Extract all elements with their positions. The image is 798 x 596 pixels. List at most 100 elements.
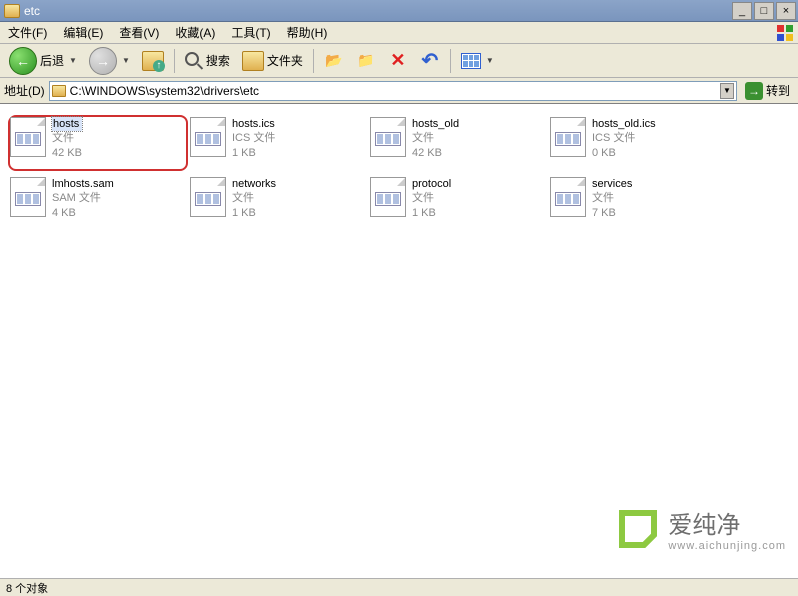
file-icon [190,117,226,157]
addressbar: 地址(D) C:\WINDOWS\system32\drivers\etc ▼ … [0,78,798,104]
file-size: 7 KB [592,206,632,220]
file-item[interactable]: lmhosts.samSAM 文件4 KB [8,175,188,231]
window-controls: _ □ × [730,2,796,20]
back-label: 后退 [40,52,64,69]
back-button[interactable]: ← 后退 ▼ [4,44,82,78]
address-label: 地址(D) [4,82,45,99]
folders-button[interactable]: 文件夹 [237,48,308,74]
file-grid: hosts文件42 KBhosts.icsICS 文件1 KBhosts_old… [0,105,798,241]
undo-icon: ↶ [420,51,440,71]
dropdown-icon: ▼ [69,56,77,65]
forward-button[interactable]: → ▼ [84,44,135,78]
up-button[interactable] [137,48,169,74]
file-type: ICS 文件 [232,131,275,145]
menu-help[interactable]: 帮助(H) [279,22,336,43]
file-item[interactable]: networks文件1 KB [188,175,368,231]
file-type: 文件 [592,191,632,205]
go-icon: → [745,82,763,100]
file-type: 文件 [232,191,276,205]
address-path: C:\WINDOWS\system32\drivers\etc [70,84,259,98]
file-name: hosts.ics [232,117,275,131]
file-size: 0 KB [592,146,656,160]
file-item[interactable]: services文件7 KB [548,175,728,231]
file-item[interactable]: hosts_old文件42 KB [368,115,548,171]
watermark-text-block: 爱纯净 www.aichunjing.com [668,505,786,552]
copy-to-button[interactable]: 📁 [351,48,381,74]
file-type: 文件 [412,131,459,145]
minimize-button[interactable]: _ [732,2,752,20]
menu-favorites[interactable]: 收藏(A) [167,22,223,43]
file-pane[interactable]: hosts文件42 KBhosts.icsICS 文件1 KBhosts_old… [0,104,798,578]
file-icon [10,117,46,157]
file-icon [10,177,46,217]
file-item[interactable]: hosts.icsICS 文件1 KB [188,115,368,171]
forward-icon: → [89,47,117,75]
window-title: etc [24,4,40,18]
file-item[interactable]: hosts文件42 KB [8,115,188,171]
file-type: ICS 文件 [592,131,656,145]
folder-icon [4,4,20,18]
separator [174,49,175,73]
titlebar: etc _ □ × [0,0,798,22]
file-size: 1 KB [232,146,275,160]
file-item[interactable]: protocol文件1 KB [368,175,548,231]
delete-button[interactable]: ✕ [383,48,413,74]
file-info: hosts_old.icsICS 文件0 KB [592,117,656,160]
file-icon [370,117,406,157]
close-button[interactable]: × [776,2,796,20]
move-to-icon: 📂 [324,51,344,71]
dropdown-icon: ▼ [486,56,494,65]
file-item[interactable]: hosts_old.icsICS 文件0 KB [548,115,728,171]
menu-file[interactable]: 文件(F) [0,22,55,43]
file-info: hosts.icsICS 文件1 KB [232,117,275,160]
file-icon [550,117,586,157]
file-info: networks文件1 KB [232,177,276,220]
address-dropdown-button[interactable]: ▼ [720,83,734,99]
watermark-brand: 爱纯净 [668,505,786,540]
status-text: 8 个对象 [6,580,48,596]
copy-to-icon: 📁 [356,51,376,71]
file-name: protocol [412,177,451,191]
separator [313,49,314,73]
watermark-logo-icon [616,507,660,551]
undo-button[interactable]: ↶ [415,48,445,74]
views-button[interactable]: ▼ [456,50,499,72]
toolbar: ← 后退 ▼ → ▼ 搜索 文件夹 📂 📁 ✕ ↶ ▼ [0,44,798,78]
separator [450,49,451,73]
menu-edit[interactable]: 编辑(E) [55,22,111,43]
file-name: lmhosts.sam [52,177,114,191]
file-info: lmhosts.samSAM 文件4 KB [52,177,114,220]
folder-icon [242,51,264,71]
maximize-button[interactable]: □ [754,2,774,20]
file-info: protocol文件1 KB [412,177,451,220]
file-icon [190,177,226,217]
file-size: 1 KB [232,206,276,220]
statusbar: 8 个对象 [0,578,798,596]
file-size: 42 KB [412,146,459,160]
file-type: SAM 文件 [52,191,114,205]
file-size: 42 KB [52,146,82,160]
file-name: networks [232,177,276,191]
folder-up-icon [142,51,164,71]
menu-view[interactable]: 查看(V) [111,22,167,43]
file-name: services [592,177,632,191]
watermark: 爱纯净 www.aichunjing.com [616,505,786,552]
go-button[interactable]: → 转到 [741,81,794,101]
search-label: 搜索 [206,52,230,69]
windows-logo-icon [776,24,794,42]
file-info: hosts_old文件42 KB [412,117,459,160]
search-button[interactable]: 搜索 [180,49,235,73]
search-icon [185,52,203,70]
delete-icon: ✕ [388,51,408,71]
file-size: 4 KB [52,206,114,220]
address-input[interactable]: C:\WINDOWS\system32\drivers\etc ▼ [49,81,737,101]
file-type: 文件 [412,191,451,205]
menu-tools[interactable]: 工具(T) [223,22,278,43]
back-icon: ← [9,47,37,75]
file-icon [370,177,406,217]
move-to-button[interactable]: 📂 [319,48,349,74]
file-name: hosts_old [412,117,459,131]
file-icon [550,177,586,217]
go-label: 转到 [766,82,790,99]
file-info: services文件7 KB [592,177,632,220]
